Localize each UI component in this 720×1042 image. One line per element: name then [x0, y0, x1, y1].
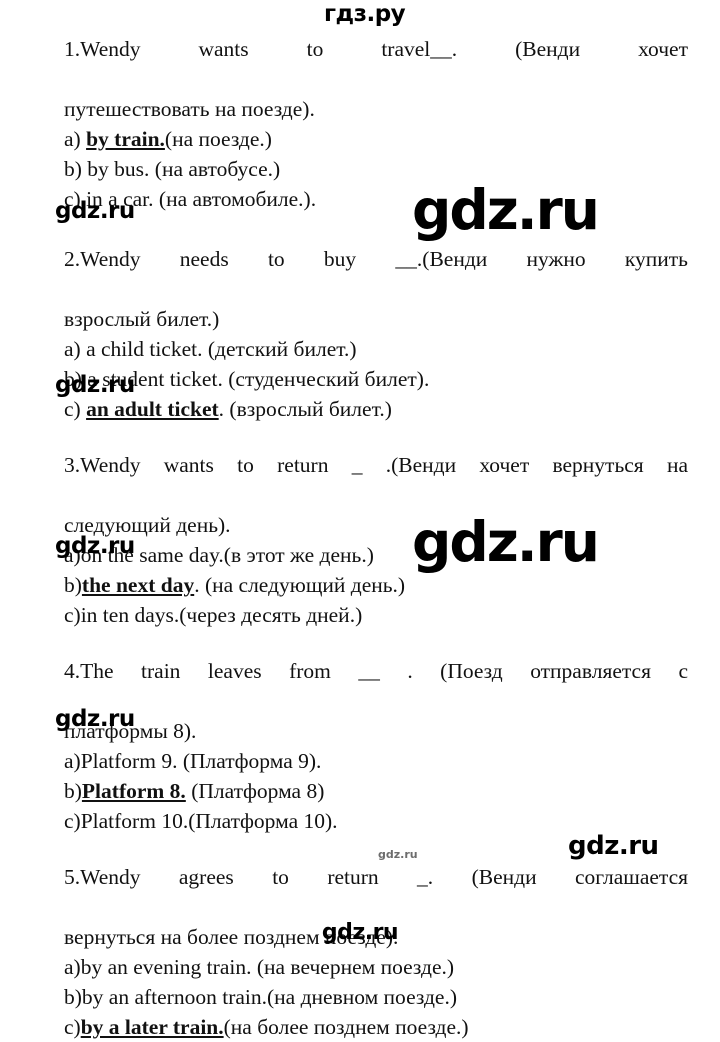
option-row[interactable]: c) in a car. (на автомобиле.).	[36, 184, 688, 214]
option-translation: (на более позднем поезде.)	[223, 1015, 469, 1039]
question-block: 2.Wendy needs to buy __.(Венди нужно куп…	[36, 244, 688, 424]
option-marker: a)	[64, 127, 87, 151]
option-answer: in a car.	[86, 187, 154, 211]
option-answer: by a later train.	[80, 1015, 224, 1039]
question-block: 1.Wendy wants to travel__. (Венди хочет …	[36, 34, 688, 214]
option-marker: a)	[64, 955, 81, 979]
option-row[interactable]: a)by an evening train. (на вечернем поез…	[36, 952, 688, 982]
option-marker: c)	[64, 603, 81, 627]
option-marker: a)	[64, 337, 87, 361]
option-row[interactable]: a)on the same day.(в этот же день.)	[36, 540, 688, 570]
option-translation: (в этот же день.)	[223, 543, 374, 567]
option-translation: (Платформа 8)	[185, 779, 325, 803]
option-row[interactable]: a)Platform 9. (Платформа 9).	[36, 746, 688, 776]
option-answer: by bus.	[87, 157, 150, 181]
option-row[interactable]: c)by a later train.(на более позднем пое…	[36, 1012, 688, 1042]
option-marker: b)	[64, 985, 82, 1009]
option-marker: c)	[64, 1015, 81, 1039]
option-marker: b)	[64, 779, 82, 803]
option-marker: a)	[64, 749, 81, 773]
document-page: 1.Wendy wants to travel__. (Венди хочет …	[0, 34, 720, 1042]
option-row[interactable]: a) by train.(на поезде.)	[36, 124, 688, 154]
question-stem-line: платформы 8).	[64, 719, 197, 743]
option-row[interactable]: c)in ten days.(через десять дней.)	[36, 600, 688, 630]
option-marker: c)	[64, 187, 87, 211]
option-translation: (на автобусе.)	[149, 157, 281, 181]
question-block: 3.Wendy wants to return _ .(Венди хочет …	[36, 450, 688, 630]
option-marker: c)	[64, 809, 81, 833]
option-translation: (детский билет.)	[202, 337, 357, 361]
option-answer: in ten days.	[80, 603, 180, 627]
option-answer: by an evening train.	[80, 955, 252, 979]
option-translation: (Платформа 9).	[177, 749, 322, 773]
option-translation: (на автомобиле.).	[153, 187, 317, 211]
question-stem-line: 2.Wendy needs to buy __.(Венди нужно куп…	[64, 247, 688, 271]
question-block: 4.The train leaves from __ . (Поезд отпр…	[36, 656, 688, 836]
option-row[interactable]: b) a student ticket. (студенческий билет…	[36, 364, 688, 394]
question-stem-line: следующий день).	[64, 513, 231, 537]
option-answer: on the same day.	[80, 543, 224, 567]
page-header: гдз.ру	[0, 0, 720, 34]
option-translation: . (взрослый билет.)	[218, 397, 392, 421]
footer-logo[interactable]: gdz.ru	[0, 920, 720, 945]
exercise-content: 1.Wendy wants to travel__. (Венди хочет …	[36, 34, 688, 1042]
option-row[interactable]: b) by bus. (на автобусе.)	[36, 154, 688, 184]
question-stem-line: 3.Wendy wants to return _ .(Венди хочет …	[64, 453, 688, 477]
option-answer: Platform 9.	[80, 749, 178, 773]
option-answer: an adult ticket	[86, 397, 219, 421]
option-marker: b)	[64, 157, 88, 181]
option-answer: Platform 10.	[80, 809, 189, 833]
option-translation: (на вечернем поезде.)	[251, 955, 455, 979]
option-translation: (Платформа 10).	[188, 809, 338, 833]
question-stem-line: путешествовать на поезде).	[64, 97, 315, 121]
option-row[interactable]: c) an adult ticket. (взрослый билет.)	[36, 394, 688, 424]
option-marker: b)	[64, 573, 82, 597]
option-answer: Platform 8.	[81, 779, 186, 803]
option-row[interactable]: b)the next day. (на следующий день.)	[36, 570, 688, 600]
option-translation: (на дневном поезде.)	[267, 985, 457, 1009]
site-logo[interactable]: гдз.ру	[324, 2, 406, 26]
question-stem-line: взрослый билет.)	[64, 307, 220, 331]
option-translation: (студенческий билет).	[222, 367, 430, 391]
question-stem-line: 4.The train leaves from __ . (Поезд отпр…	[64, 659, 688, 683]
option-row[interactable]: c)Platform 10.(Платформа 10).	[36, 806, 688, 836]
option-marker: c)	[64, 397, 87, 421]
option-translation: . (на следующий день.)	[194, 573, 406, 597]
option-marker: b)	[64, 367, 88, 391]
option-answer: by train.	[86, 127, 165, 151]
question-stem-line: 1.Wendy wants to travel__. (Венди хочет	[64, 37, 688, 61]
option-row[interactable]: b)by an afternoon train.(на дневном поез…	[36, 982, 688, 1012]
option-answer: a student ticket.	[87, 367, 223, 391]
option-answer: the next day	[81, 573, 195, 597]
question-stem-line: 5.Wendy agrees to return _. (Венди согла…	[64, 865, 688, 889]
option-translation: (на поезде.)	[164, 127, 272, 151]
option-translation: (через десять дней.)	[179, 603, 363, 627]
option-answer: by an afternoon train.	[81, 985, 267, 1009]
option-row[interactable]: a) a child ticket. (детский билет.)	[36, 334, 688, 364]
question-block: 5.Wendy agrees to return _. (Венди согла…	[36, 862, 688, 1042]
option-answer: a child ticket.	[86, 337, 203, 361]
option-marker: a)	[64, 543, 81, 567]
option-row[interactable]: b)Platform 8. (Платформа 8)	[36, 776, 688, 806]
